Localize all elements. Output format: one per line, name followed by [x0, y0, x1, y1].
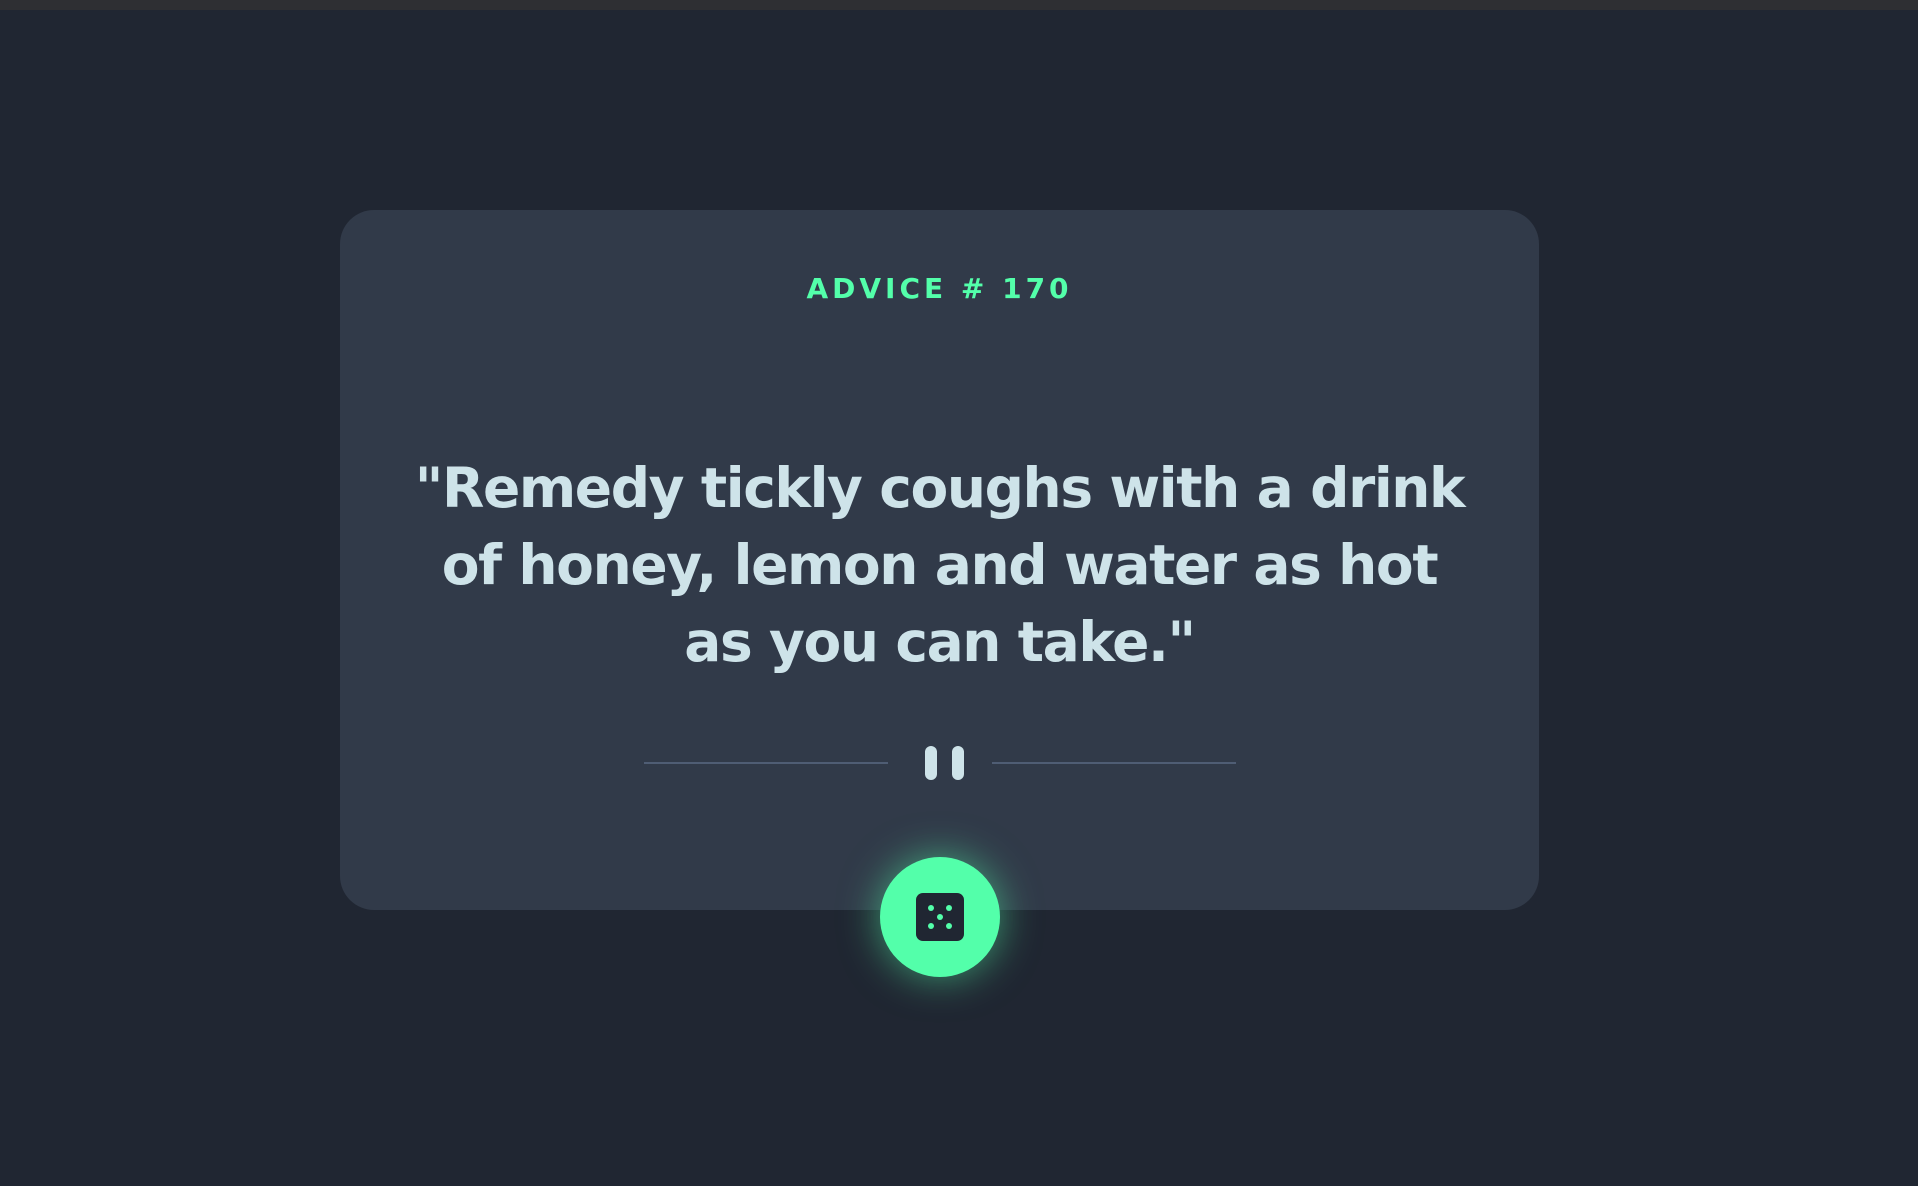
advice-id-label: ADVICE # 170 — [806, 272, 1073, 305]
dice-pip — [928, 905, 934, 911]
pause-icon — [924, 746, 964, 780]
dice-pip — [937, 914, 943, 920]
dice-icon — [916, 893, 964, 941]
divider-line-left — [644, 762, 888, 764]
dice-pip — [946, 905, 952, 911]
new-advice-button[interactable] — [880, 857, 1000, 977]
dice-pip — [946, 923, 952, 929]
divider-line-right — [992, 762, 1236, 764]
pattern-divider — [644, 742, 1236, 782]
advice-card: ADVICE # 170 "Remedy tickly coughs with … — [340, 210, 1539, 910]
pause-bar-left — [925, 746, 937, 780]
browser-top-bar — [0, 0, 1918, 10]
advice-quote: "Remedy tickly coughs with a drink of ho… — [414, 456, 1466, 674]
dice-pip — [928, 923, 934, 929]
pause-bar-right — [952, 746, 964, 780]
